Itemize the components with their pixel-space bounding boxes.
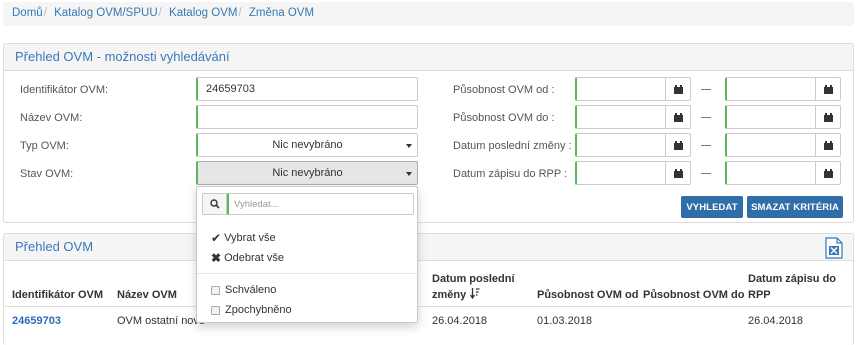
search-icon	[209, 199, 220, 209]
datum-zmeny-label: Datum poslední změny :	[453, 140, 572, 152]
sort-descending-icon	[470, 288, 480, 299]
column-header-datum-zapisu-line1: Datum zápisu do	[748, 273, 837, 285]
dropdown-search-button[interactable]	[202, 193, 227, 215]
identifikator-label: Identifikátor OVM:	[20, 84, 109, 96]
chevron-down-icon	[406, 172, 412, 176]
list-panel-title: Přehled OVM	[4, 234, 853, 261]
datum-zapisu-label: Datum zápisu do RPP :	[453, 168, 568, 180]
calendar-icon	[673, 112, 683, 122]
calendar-icon	[823, 168, 833, 178]
dropdown-divider	[197, 273, 417, 274]
row-identifikator-link[interactable]: 24659703	[12, 315, 61, 327]
option-checkbox[interactable]	[211, 305, 220, 315]
calendar-icon	[673, 140, 683, 150]
breadcrumb-separator: /	[43, 7, 47, 19]
column-header-pusobnost-do[interactable]: Působnost OVM do	[643, 287, 744, 303]
nazev-input[interactable]	[196, 105, 418, 129]
row-pusobnost-od: 01.03.2018	[537, 315, 593, 327]
calendar-icon	[673, 84, 683, 94]
clear-criteria-button[interactable]: SMAZAT KRITÉRIA	[747, 196, 843, 218]
column-header-pusobnost-od[interactable]: Působnost OVM od	[537, 287, 638, 303]
stav-label: Stav OVM:	[20, 168, 74, 180]
stav-select[interactable]: Nic nevybráno	[196, 161, 418, 185]
column-header-datum-zmeny-line2: změny	[432, 289, 467, 301]
calendar-button[interactable]	[666, 105, 691, 129]
nazev-label: Název OVM:	[20, 112, 83, 124]
breadcrumb-separator: /	[158, 7, 162, 19]
excel-export-icon[interactable]	[824, 237, 844, 259]
column-header-identifikator[interactable]: Identifikátor OVM	[12, 287, 103, 303]
option-schvaleno[interactable]: Schváleno	[211, 284, 276, 296]
identifikator-input[interactable]: 24659703	[196, 77, 418, 101]
option-zpochybneno[interactable]: Zpochybněno	[211, 304, 292, 316]
chevron-down-icon	[406, 144, 412, 148]
option-label: Schváleno	[225, 284, 277, 296]
calendar-button[interactable]	[816, 105, 841, 129]
pusobnost-do-label: Působnost OVM do :	[453, 112, 555, 124]
row-nazev: OVM ostatní nove	[117, 315, 206, 327]
pusobnost-od-from-input[interactable]	[575, 77, 666, 101]
datum-zmeny-to-input[interactable]	[725, 133, 816, 157]
calendar-icon	[823, 84, 833, 94]
calendar-icon	[823, 140, 833, 150]
datum-zmeny-from-input[interactable]	[575, 133, 666, 157]
range-separator	[701, 173, 711, 174]
row-datum-zmeny: 26.04.2018	[432, 315, 488, 327]
pusobnost-do-to-input[interactable]	[725, 105, 816, 129]
check-icon: ✔	[211, 231, 222, 245]
pusobnost-do-from-input[interactable]	[575, 105, 666, 129]
deselect-all-option[interactable]: ✖ Odebrat vše	[211, 251, 284, 265]
typ-select-value: Nic nevybráno	[272, 139, 343, 151]
column-header-nazev[interactable]: Název OVM	[117, 287, 177, 303]
column-header-datum-zmeny[interactable]: Datum poslední změny	[432, 271, 515, 303]
column-header-datum-zapisu-line2: RPP	[748, 289, 771, 301]
close-icon: ✖	[211, 251, 222, 265]
deselect-all-label: Odebrat vše	[224, 252, 284, 264]
search-button[interactable]: VYHLEDAT	[681, 196, 743, 218]
calendar-icon	[673, 168, 683, 178]
pusobnost-od-label: Působnost OVM od :	[453, 84, 555, 96]
calendar-icon	[823, 112, 833, 122]
breadcrumb: Domů/ Katalog OVM/SPUU/ Katalog OVM/ Změ…	[3, 2, 854, 26]
breadcrumb-separator: /	[238, 7, 242, 19]
datum-zapisu-from-input[interactable]	[575, 161, 666, 185]
breadcrumb-current: Změna OVM	[248, 7, 315, 19]
calendar-button[interactable]	[816, 161, 841, 185]
calendar-button[interactable]	[816, 133, 841, 157]
search-panel: Přehled OVM - možnosti vyhledávání Ident…	[3, 43, 854, 223]
breadcrumb-katalog-ovm[interactable]: Katalog OVM	[169, 7, 237, 19]
calendar-button[interactable]	[666, 161, 691, 185]
select-all-label: Vybrat vše	[224, 232, 276, 244]
stav-dropdown-menu: Vyhledat... ✔ Vybrat vše ✖ Odebrat vše S…	[196, 186, 418, 323]
column-header-datum-zmeny-line1: Datum poslední	[432, 273, 515, 285]
breadcrumb-katalog-ovm-spuu[interactable]: Katalog OVM/SPUU	[54, 7, 158, 19]
breadcrumb-home[interactable]: Domů	[12, 7, 43, 19]
calendar-button[interactable]	[666, 133, 691, 157]
typ-select[interactable]: Nic nevybráno	[196, 133, 418, 157]
column-header-datum-zapisu[interactable]: Datum zápisu do RPP	[748, 271, 836, 303]
search-panel-title: Přehled OVM - možnosti vyhledávání	[4, 44, 853, 71]
list-panel: Přehled OVM Identifikátor OVM Název OVM …	[3, 233, 854, 345]
pusobnost-od-to-input[interactable]	[725, 77, 816, 101]
range-separator	[701, 117, 711, 118]
option-checkbox[interactable]	[211, 285, 220, 295]
option-label: Zpochybněno	[225, 304, 292, 316]
range-separator	[701, 145, 711, 146]
stav-select-value: Nic nevybráno	[272, 167, 343, 179]
row-datum-zapisu: 26.04.2018	[748, 315, 804, 327]
typ-label: Typ OVM:	[20, 140, 69, 152]
calendar-button[interactable]	[816, 77, 841, 101]
datum-zapisu-to-input[interactable]	[725, 161, 816, 185]
select-all-option[interactable]: ✔ Vybrat vše	[211, 231, 276, 245]
dropdown-search-input[interactable]: Vyhledat...	[227, 193, 414, 215]
range-separator	[701, 89, 711, 90]
calendar-button[interactable]	[666, 77, 691, 101]
table-header-divider	[5, 306, 852, 307]
